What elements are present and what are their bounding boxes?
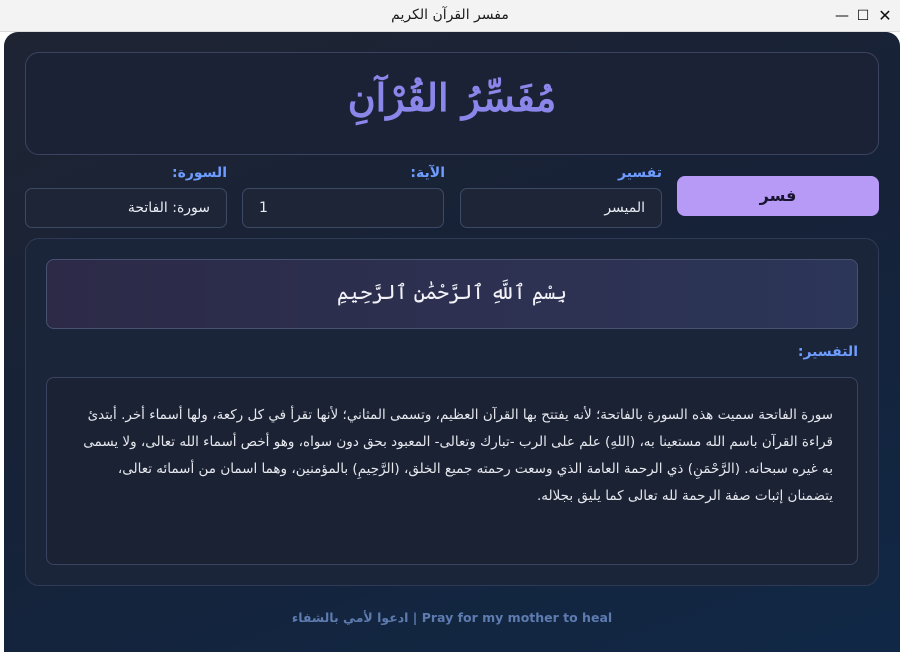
verse-box: بِسْمِ ٱللَّهِ ٱلرَّحْمَٰنِ ٱلرَّحِيمِ: [46, 259, 858, 329]
tafsir-source-value: الميسر: [604, 200, 645, 216]
ayah-input-value: 1: [259, 200, 268, 216]
minimize-icon[interactable]: —: [832, 6, 852, 26]
tafsir-source-label: تفسير: [617, 165, 662, 181]
app-brand-title: مُفَسِّرُ القُرْآنِ: [347, 75, 557, 120]
tafsir-source-select[interactable]: الميسر: [460, 188, 662, 228]
tafsir-text: سورة الفاتحة سميت هذه السورة بالفاتحة؛ ل…: [83, 407, 833, 504]
app-container: مُفَسِّرُ القُرْآنِ السورة: الآية: تفسير…: [4, 32, 900, 652]
verse-text: بِسْمِ ٱللَّهِ ٱلرَّحْمَٰنِ ٱلرَّحِيمِ: [336, 280, 567, 304]
tafsir-box[interactable]: سورة الفاتحة سميت هذه السورة بالفاتحة؛ ل…: [46, 377, 858, 565]
ayah-label: الآية:: [410, 165, 445, 181]
maximize-icon[interactable]: ☐: [853, 6, 873, 26]
surah-select-value: سورة: الفاتحة: [127, 200, 210, 216]
window-title: مفسر القرآن الكريم: [391, 7, 509, 23]
header-card: مُفَسِّرُ القُرْآنِ: [25, 52, 879, 155]
surah-select[interactable]: سورة: الفاتحة: [25, 188, 227, 228]
ayah-input[interactable]: 1: [242, 188, 444, 228]
surah-label: السورة:: [171, 165, 227, 181]
footer-note: ادعوا لأمي بالشفاء | Pray for my mother …: [291, 610, 613, 625]
window-titlebar: مفسر القرآن الكريم — ☐ ✕: [0, 0, 900, 32]
close-icon[interactable]: ✕: [875, 6, 895, 26]
result-card: بِسْمِ ٱللَّهِ ٱلرَّحْمَٰنِ ٱلرَّحِيمِ ا…: [25, 238, 879, 586]
explain-button[interactable]: فسر: [677, 176, 879, 216]
tafsir-heading: التفسير:: [797, 344, 858, 360]
